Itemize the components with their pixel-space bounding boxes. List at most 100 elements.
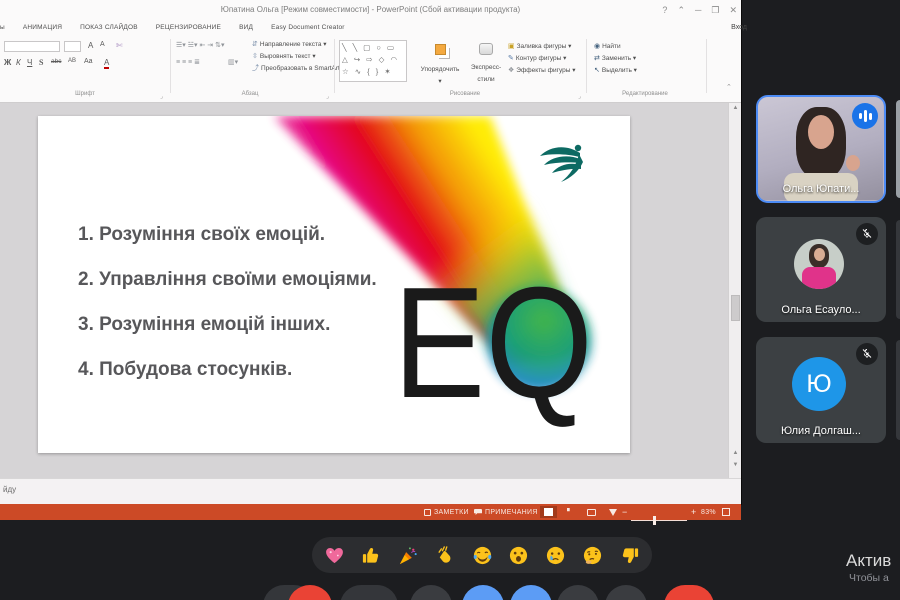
shapes-row: ☆ ∿ { } ✶ bbox=[342, 67, 393, 76]
align-text-icon: ⇳ bbox=[252, 53, 258, 60]
tab-easy-document-creator[interactable]: Easy Document Creator bbox=[271, 24, 345, 31]
thumbs-down-icon[interactable] bbox=[619, 545, 640, 566]
slide-sorter-button[interactable] bbox=[562, 506, 579, 518]
shape-fill-icon: ▣ bbox=[508, 43, 515, 50]
bold-button[interactable]: Ж bbox=[4, 58, 11, 67]
find-button[interactable]: ◉ Найти bbox=[594, 41, 637, 53]
italic-button[interactable]: К bbox=[16, 58, 21, 67]
captions-button[interactable] bbox=[410, 585, 452, 600]
raise-hand-button[interactable] bbox=[557, 585, 599, 600]
char-spacing-button[interactable]: АВ bbox=[68, 58, 76, 64]
columns-icon[interactable]: ▥▾ bbox=[228, 58, 238, 67]
participant-tile-yulia-dolgash[interactable]: Ю Юлия Долгаш... bbox=[756, 337, 886, 443]
participant-tile-olga-esaulova[interactable]: Ольга Есауло... bbox=[756, 217, 886, 322]
zoom-level[interactable]: 83% bbox=[701, 509, 716, 516]
replace-icon: ⇄ bbox=[594, 55, 600, 62]
clapping-hands-icon[interactable] bbox=[435, 545, 456, 566]
shapes-row: △ ↪ ⇨ ◇ ◠ bbox=[342, 55, 399, 64]
shape-fill-button[interactable]: ▣ Заливка фигуры ▾ bbox=[508, 41, 576, 53]
font-color-button[interactable]: А bbox=[104, 58, 110, 69]
comments-toggle-button[interactable]: ПРИМЕЧАНИЯ bbox=[474, 509, 538, 516]
zoom-slider-thumb[interactable] bbox=[653, 515, 656, 525]
end-call-button[interactable] bbox=[664, 585, 714, 600]
normal-view-button[interactable] bbox=[540, 506, 557, 518]
prev-slide-icon[interactable]: ▲ bbox=[731, 448, 740, 458]
next-slide-icon[interactable]: ▼ bbox=[731, 460, 740, 470]
slide[interactable]: EQ 1. Розуміння своїх емоцій. 2. Управлі… bbox=[38, 116, 630, 453]
arrange-button[interactable]: Упорядочить ▾ bbox=[414, 42, 466, 88]
help-icon[interactable]: ? bbox=[662, 5, 667, 15]
shrink-font-button[interactable]: А bbox=[100, 41, 105, 48]
bullets-icon[interactable]: ☰▾ ☱▾ ⇤ ⇥ ⇅▾ bbox=[176, 41, 224, 50]
offscreen-tile-sliver bbox=[896, 100, 900, 198]
change-case-button[interactable]: Aa bbox=[84, 58, 93, 65]
participant-tile-olga-yupatina[interactable]: Ольга Юпати... bbox=[756, 95, 886, 203]
paragraph-dialog-launcher[interactable]: ⌟ bbox=[326, 93, 329, 100]
notes-icon bbox=[424, 508, 431, 516]
grow-font-button[interactable]: А bbox=[88, 41, 93, 50]
slide-bullet-list: 1. Розуміння своїх емоцій. 2. Управління… bbox=[78, 212, 408, 392]
thumbs-up-icon[interactable] bbox=[361, 545, 382, 566]
ribbon-options-icon[interactable]: ⌃ bbox=[677, 5, 685, 16]
font-dialog-launcher[interactable]: ⌟ bbox=[160, 93, 163, 100]
camera-button-group[interactable] bbox=[340, 585, 398, 600]
underline-button[interactable]: Ч bbox=[27, 58, 32, 67]
eq-big-letters: EQ bbox=[393, 255, 593, 431]
party-popper-icon[interactable] bbox=[398, 545, 419, 566]
audio-level-icon bbox=[852, 103, 878, 129]
zoom-slider[interactable] bbox=[631, 515, 687, 525]
zoom-in-button[interactable]: + bbox=[691, 507, 697, 517]
notes-text: йду bbox=[3, 485, 17, 494]
tab-slideshow[interactable]: ПОКАЗ СЛАЙДОВ bbox=[80, 24, 138, 31]
notes-toggle-button[interactable]: ЗАМЕТКИ bbox=[424, 508, 469, 516]
sign-in-link[interactable]: Вход bbox=[731, 20, 747, 35]
quick-styles-icon bbox=[479, 43, 493, 55]
close-icon[interactable]: ✕ bbox=[729, 5, 737, 16]
restore-icon[interactable]: ❐ bbox=[711, 5, 719, 16]
scrollbar-thumb[interactable] bbox=[731, 295, 740, 321]
collapse-ribbon-icon[interactable]: ⌃ bbox=[726, 83, 732, 91]
tab-review[interactable]: РЕЦЕНЗИРОВАНИЕ bbox=[156, 24, 221, 31]
replace-button[interactable]: ⇄ Заменить ▾ bbox=[594, 53, 637, 65]
more-options-button[interactable] bbox=[605, 585, 647, 600]
clear-formatting-icon[interactable]: ✄ bbox=[116, 41, 123, 50]
quick-styles-button[interactable]: Экспресс- стили bbox=[468, 42, 504, 86]
select-button[interactable]: ↖ Выделить ▾ bbox=[594, 65, 637, 77]
slideshow-button[interactable] bbox=[604, 506, 621, 518]
sparkling-heart-icon[interactable] bbox=[324, 545, 345, 566]
tab-transitions-cut[interactable]: ды bbox=[0, 24, 5, 31]
shape-format-buttons: ▣ Заливка фигуры ▾ ✎ Контур фигуры ▾ ❖ Эффе… bbox=[508, 41, 576, 77]
surprised-face-icon[interactable] bbox=[508, 545, 529, 566]
text-shadow-button[interactable]: S bbox=[39, 58, 43, 67]
normal-view-icon bbox=[544, 508, 553, 516]
drawing-dialog-launcher[interactable]: ⌟ bbox=[578, 93, 581, 100]
zoom-out-button[interactable]: − bbox=[622, 507, 628, 517]
slide-sorter-icon bbox=[566, 508, 570, 512]
tab-view[interactable]: ВИД bbox=[239, 24, 253, 31]
alignment-icons[interactable]: ≡ ≡ ≡ ≣ bbox=[176, 58, 200, 67]
shape-effects-button[interactable]: ❖ Эффекты фигуры ▾ bbox=[508, 65, 576, 77]
scroll-up-icon[interactable]: ▲ bbox=[731, 103, 740, 113]
list-item: 2. Управління своїми емоціями. bbox=[78, 269, 377, 290]
shapes-gallery[interactable]: ╲ ╲ ▢ ○ ▭ △ ↪ ⇨ ◇ ◠ ☆ ∿ { } ✶ bbox=[339, 40, 407, 82]
minimize-icon[interactable]: ─ bbox=[695, 5, 701, 15]
font-size-combobox[interactable] bbox=[64, 41, 81, 52]
select-icon: ↖ bbox=[594, 67, 600, 74]
fit-to-window-icon[interactable] bbox=[722, 508, 730, 516]
reaction-button[interactable] bbox=[462, 585, 504, 600]
smartart-button[interactable]: ⤴Преобразовать в SmartArt ▾ bbox=[252, 63, 345, 75]
shape-outline-button[interactable]: ✎ Контур фигуры ▾ bbox=[508, 53, 576, 65]
thinking-face-icon[interactable] bbox=[582, 545, 603, 566]
crying-face-icon[interactable] bbox=[545, 545, 566, 566]
text-direction-button[interactable]: ⇵ Направление текста ▾ bbox=[252, 39, 345, 51]
reading-view-button[interactable] bbox=[583, 506, 600, 518]
titlebar[interactable]: Юпатина Ольга [Режим совместимости] - Po… bbox=[0, 0, 741, 20]
present-button[interactable] bbox=[510, 585, 552, 600]
notes-pane[interactable]: йду bbox=[0, 478, 741, 504]
tab-animation[interactable]: АНИМАЦИЯ bbox=[23, 24, 62, 31]
font-name-combobox[interactable] bbox=[4, 41, 60, 52]
face-with-tears-of-joy-icon[interactable] bbox=[472, 545, 493, 566]
strikethrough-button[interactable]: abc bbox=[51, 58, 61, 65]
vertical-scrollbar[interactable]: ▲ ▲ ▼ bbox=[728, 103, 741, 478]
align-text-button[interactable]: ⇳ Выровнять текст ▾ bbox=[252, 51, 345, 63]
